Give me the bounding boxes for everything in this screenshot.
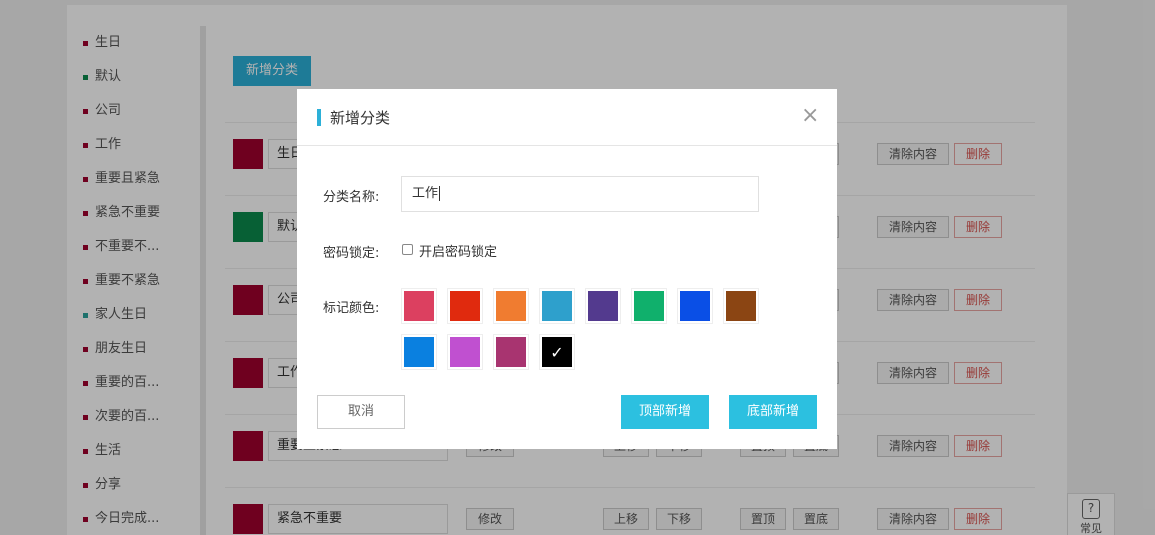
color-swatch-option[interactable] xyxy=(493,288,529,324)
color-swatch-option[interactable] xyxy=(631,288,667,324)
color-swatch-fill xyxy=(542,291,572,321)
color-swatch-fill xyxy=(680,291,710,321)
color-swatch-option[interactable] xyxy=(447,334,483,370)
color-swatch-option[interactable] xyxy=(539,288,575,324)
close-icon[interactable]: × xyxy=(801,105,819,127)
add-top-button[interactable]: 顶部新增 xyxy=(621,395,709,429)
color-swatch-option[interactable] xyxy=(493,334,529,370)
password-lock-label: 密码锁定: xyxy=(323,246,380,261)
dialog-title: 新增分类 xyxy=(330,109,391,127)
color-swatch-option[interactable] xyxy=(585,288,621,324)
title-accent-bar xyxy=(317,109,321,126)
dialog-header: 新增分类 × xyxy=(297,89,837,146)
color-swatch-fill xyxy=(496,337,526,367)
color-swatch-option[interactable] xyxy=(723,288,759,324)
color-swatch-fill xyxy=(404,337,434,367)
color-swatch-fill xyxy=(726,291,756,321)
color-swatch-fill xyxy=(450,291,480,321)
color-swatch-fill xyxy=(496,291,526,321)
password-lock-checkbox[interactable] xyxy=(402,244,413,255)
color-swatch-option[interactable]: ✓ xyxy=(539,334,575,370)
cancel-button[interactable]: 取消 xyxy=(317,395,405,429)
color-swatch-option[interactable] xyxy=(401,288,437,324)
color-swatch-fill xyxy=(588,291,618,321)
mark-color-label: 标记颜色: xyxy=(323,301,380,316)
text-caret xyxy=(439,186,441,201)
color-swatch-fill: ✓ xyxy=(542,337,572,367)
add-bottom-button[interactable]: 底部新增 xyxy=(729,395,817,429)
category-name-input[interactable]: 工作 xyxy=(401,176,759,212)
category-name-label: 分类名称: xyxy=(323,190,380,205)
checkmark-icon: ✓ xyxy=(550,342,564,362)
color-swatch-option[interactable] xyxy=(677,288,713,324)
add-category-dialog: 新增分类 × 分类名称: 工作 密码锁定: 开启密码锁定 标记颜色: ✓ 取消 … xyxy=(297,89,837,449)
color-swatch-fill xyxy=(404,291,434,321)
color-swatch-fill xyxy=(634,291,664,321)
password-lock-checkbox-label[interactable]: 开启密码锁定 xyxy=(419,241,497,260)
color-swatch-fill xyxy=(450,337,480,367)
color-swatch-option[interactable] xyxy=(401,334,437,370)
category-name-value: 工作 xyxy=(412,186,439,201)
color-swatch-option[interactable] xyxy=(447,288,483,324)
